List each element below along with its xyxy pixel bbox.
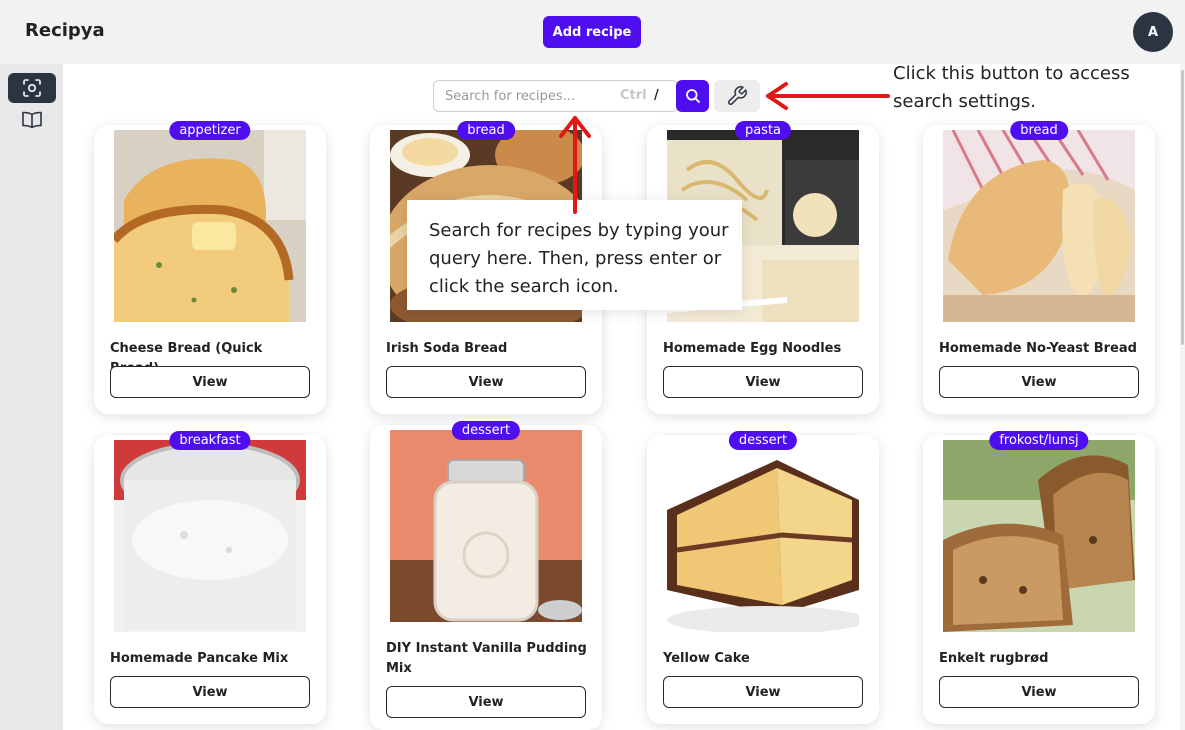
recipe-title: Enkelt rugbrød: [939, 651, 1049, 666]
shortcut-ctrl-key: Ctrl: [620, 88, 647, 103]
view-recipe-button[interactable]: View: [939, 676, 1139, 708]
search-tooltip: Search for recipes by typing your query …: [407, 200, 742, 310]
recipe-card: bread Homemade No-Yeast Bread View: [923, 121, 1155, 414]
view-recipe-button[interactable]: View: [939, 366, 1139, 398]
recipe-image[interactable]: [667, 440, 859, 632]
recipe-image[interactable]: [114, 440, 306, 632]
recipe-category-badge[interactable]: pasta: [734, 121, 792, 140]
wrench-icon: [728, 86, 747, 105]
view-recipe-button[interactable]: View: [110, 366, 310, 398]
recipe-category-badge[interactable]: bread: [457, 121, 515, 140]
page-scrollbar-thumb[interactable]: [1181, 70, 1184, 345]
recipe-title: Yellow Cake: [663, 651, 750, 666]
search-box: Ctrl /: [433, 80, 678, 112]
recipe-category-badge[interactable]: frokost/lunsj: [989, 431, 1089, 450]
add-recipe-button[interactable]: Add recipe: [543, 16, 641, 48]
recipe-category-badge[interactable]: dessert: [451, 421, 521, 440]
search-settings-button[interactable]: [714, 80, 760, 112]
arrow-to-settings-icon: [766, 82, 890, 110]
scan-icon: [23, 79, 41, 97]
search-input[interactable]: [434, 81, 614, 111]
recipe-category-badge[interactable]: bread: [1010, 121, 1068, 140]
recipe-title: Homemade Egg Noodles: [663, 341, 842, 356]
recipe-image[interactable]: [943, 130, 1135, 322]
recipe-title: Homemade No-Yeast Bread: [939, 341, 1137, 356]
recipe-card: appetizer Cheese Bread (Quick Bread) Vie…: [94, 121, 326, 414]
recipe-card: breakfast Homemade Pancake Mix View: [94, 431, 326, 724]
recipe-category-badge[interactable]: appetizer: [169, 121, 251, 140]
user-avatar[interactable]: A: [1133, 12, 1173, 52]
search-button[interactable]: [676, 80, 709, 112]
sidebar: [0, 64, 63, 730]
view-recipe-button[interactable]: View: [110, 676, 310, 708]
book-icon: [22, 111, 42, 129]
app-header: Recipya Add recipe A: [0, 0, 1185, 64]
sidebar-item-cookbooks[interactable]: [8, 105, 56, 135]
recipe-card: dessert DIY Instant Vanilla Pudding Mix …: [370, 421, 602, 730]
recipe-card: dessert Yellow Cake View: [647, 431, 879, 724]
brand-logo[interactable]: Recipya: [25, 20, 105, 41]
shortcut-slash-key: /: [654, 88, 659, 103]
recipe-image[interactable]: [390, 430, 582, 622]
settings-tooltip: Click this button to access search setti…: [893, 63, 1130, 112]
view-recipe-button[interactable]: View: [386, 366, 586, 398]
view-recipe-button[interactable]: View: [663, 366, 863, 398]
recipe-category-badge[interactable]: dessert: [728, 431, 798, 450]
sidebar-item-scan[interactable]: [8, 73, 56, 103]
recipe-image[interactable]: [943, 440, 1135, 632]
recipe-title: Homemade Pancake Mix: [110, 651, 289, 666]
search-icon: [685, 89, 700, 103]
recipe-card: frokost/lunsj Enkelt rugbrød View: [923, 431, 1155, 724]
view-recipe-button[interactable]: View: [663, 676, 863, 708]
recipe-image[interactable]: [114, 130, 306, 322]
recipe-category-badge[interactable]: breakfast: [169, 431, 251, 450]
view-recipe-button[interactable]: View: [386, 686, 586, 718]
recipe-title: Irish Soda Bread: [386, 341, 508, 356]
recipe-title: DIY Instant Vanilla Pudding Mix: [386, 641, 587, 676]
